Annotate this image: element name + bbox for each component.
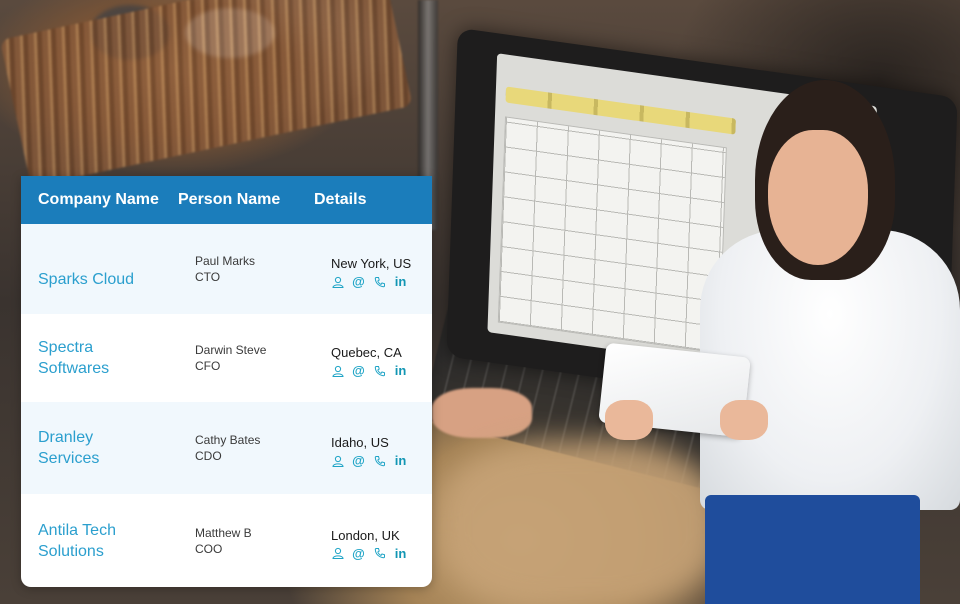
table-row[interactable]: Dranley Services Cathy Bates CDO Idaho, …: [21, 402, 432, 494]
company-name[interactable]: Spectra Softwares: [38, 337, 128, 379]
company-name[interactable]: Antila Tech Solutions: [38, 520, 138, 562]
person-name: Cathy Bates: [195, 433, 261, 447]
user-icon[interactable]: [331, 364, 344, 377]
user-icon[interactable]: [331, 275, 344, 288]
user-icon[interactable]: [331, 454, 344, 467]
location: Idaho, US: [331, 435, 389, 450]
phone-icon[interactable]: [373, 275, 386, 288]
location: Quebec, CA: [331, 345, 402, 360]
contact-icons: @ in: [331, 454, 432, 467]
contact-icons: @ in: [331, 547, 432, 560]
right-hand: [720, 400, 768, 440]
contact-icons: @ in: [331, 275, 432, 288]
person-role: COO: [195, 541, 223, 556]
phone-icon[interactable]: [373, 364, 386, 377]
location: New York, US: [331, 256, 412, 271]
person-name: Darwin Steve: [195, 343, 267, 357]
email-at-icon[interactable]: @: [352, 547, 365, 560]
header-details[interactable]: Details: [314, 191, 432, 209]
table-row[interactable]: Spectra Softwares Darwin Steve CFO Quebe…: [21, 314, 432, 402]
left-hand: [605, 400, 653, 440]
blue-skirt: [705, 495, 920, 604]
person-name: Paul Marks: [195, 254, 256, 268]
blurred-foreground: [440, 440, 720, 604]
phone-icon[interactable]: [373, 547, 386, 560]
contact-icons: @ in: [331, 364, 432, 377]
header-person-name[interactable]: Person Name: [178, 191, 314, 209]
table-header: Company Name Person Name Details: [21, 176, 432, 224]
linkedin-icon[interactable]: in: [394, 454, 407, 467]
woman-with-tablet: [598, 80, 960, 604]
email-at-icon[interactable]: @: [352, 454, 365, 467]
company-name[interactable]: Dranley Services: [38, 427, 118, 469]
company-name[interactable]: Sparks Cloud: [38, 269, 195, 290]
typing-hand: [432, 388, 532, 438]
person-role: CTO: [195, 270, 221, 284]
contacts-table: Company Name Person Name Details Sparks …: [21, 176, 432, 587]
linkedin-icon[interactable]: in: [394, 364, 407, 377]
face: [768, 130, 868, 265]
person-name: Matthew B: [195, 525, 252, 540]
phone-icon[interactable]: [373, 454, 386, 467]
email-at-icon[interactable]: @: [352, 275, 365, 288]
table-row[interactable]: Sparks Cloud Paul Marks CTO New York, US…: [21, 224, 432, 314]
person-role: CFO: [195, 359, 221, 373]
location: London, UK: [331, 527, 400, 543]
user-icon[interactable]: [331, 547, 344, 560]
email-at-icon[interactable]: @: [352, 364, 365, 377]
pos-grid: [497, 116, 727, 354]
linkedin-icon[interactable]: in: [394, 275, 407, 288]
table-row[interactable]: Antila Tech Solutions Matthew B COO Lond…: [21, 494, 432, 587]
person-role: CDO: [195, 449, 222, 463]
header-company-name[interactable]: Company Name: [21, 191, 178, 209]
linkedin-icon[interactable]: in: [394, 547, 407, 560]
